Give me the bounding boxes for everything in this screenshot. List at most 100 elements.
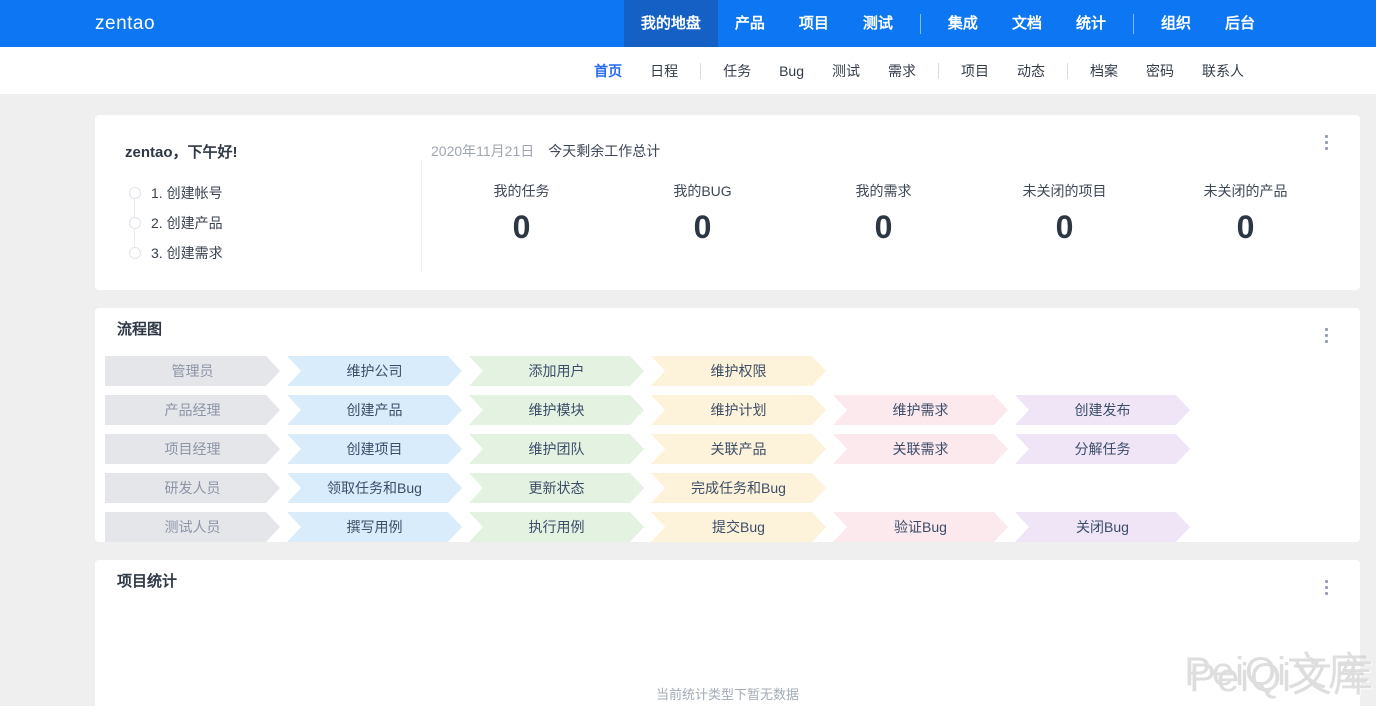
sub-nav-divider [700, 63, 701, 79]
stat-label: 我的BUG [612, 181, 793, 201]
flow-step[interactable]: 创建发布 [1015, 395, 1190, 425]
stat-value[interactable]: 0 [431, 209, 612, 246]
stat-label: 未关闭的项目 [974, 181, 1155, 201]
flowchart-title: 流程图 [117, 320, 1360, 340]
flowchart-body: 管理员维护公司添加用户维护权限产品经理创建产品维护模块维护计划维护需求创建发布项… [95, 356, 1360, 542]
summary-stats: 我的任务0我的BUG0我的需求0未关闭的项目0未关闭的产品0 [421, 181, 1360, 246]
sub-nav-item-test[interactable]: 测试 [818, 61, 874, 81]
sub-nav-item-contacts[interactable]: 联系人 [1188, 61, 1258, 81]
sub-nav-item-story[interactable]: 需求 [874, 61, 930, 81]
flow-role: 项目经理 [105, 434, 280, 464]
top-nav-item-organization[interactable]: 组织 [1144, 0, 1208, 47]
project-stats-menu-button[interactable] [1321, 576, 1332, 599]
stat-block: 我的需求 0 [793, 181, 974, 246]
top-nav-item-product[interactable]: 产品 [718, 0, 782, 47]
stat-value[interactable]: 0 [1155, 209, 1336, 246]
top-header: zentao 我的地盘产品项目测试集成文档统计组织后台 [0, 0, 1376, 47]
flowchart-card: 流程图 管理员维护公司添加用户维护权限产品经理创建产品维护模块维护计划维护需求创… [95, 308, 1360, 542]
top-nav-item-doc[interactable]: 文档 [995, 0, 1059, 47]
sub-nav: 首页日程任务Bug测试需求项目动态档案密码联系人 [580, 61, 1258, 81]
flow-role: 测试人员 [105, 512, 280, 542]
flow-step[interactable]: 关联产品 [651, 434, 826, 464]
sub-nav-item-home[interactable]: 首页 [580, 61, 636, 81]
flow-step[interactable]: 维护公司 [287, 356, 462, 386]
flow-step[interactable]: 分解任务 [1015, 434, 1190, 464]
kebab-dot-icon [1325, 592, 1328, 595]
date-row: 2020年11月21日 今天剩余工作总计 [421, 141, 1360, 161]
flow-step[interactable]: 维护权限 [651, 356, 826, 386]
sub-nav-item-dynamic[interactable]: 动态 [1003, 61, 1059, 81]
sub-nav-item-bug[interactable]: Bug [765, 63, 818, 79]
welcome-left-panel: zentao，下午好! 1. 创建帐号2. 创建产品3. 创建需求 [95, 115, 421, 290]
onboarding-step[interactable]: 3. 创建需求 [129, 238, 421, 268]
sub-nav-item-schedule[interactable]: 日程 [636, 61, 692, 81]
greeting-text: zentao，下午好! [125, 141, 421, 162]
flow-step[interactable]: 创建产品 [287, 395, 462, 425]
flow-step[interactable]: 完成任务和Bug [651, 473, 826, 503]
kebab-dot-icon [1325, 340, 1328, 343]
kebab-dot-icon [1325, 334, 1328, 337]
sub-nav-item-file[interactable]: 档案 [1076, 61, 1132, 81]
flow-role: 产品经理 [105, 395, 280, 425]
sub-nav-item-task[interactable]: 任务 [709, 61, 765, 81]
top-nav-item-test[interactable]: 测试 [846, 0, 910, 47]
flow-step[interactable]: 撰写用例 [287, 512, 462, 542]
flow-step[interactable]: 验证Bug [833, 512, 1008, 542]
stat-block: 未关闭的项目 0 [974, 181, 1155, 246]
sub-nav-bar: 首页日程任务Bug测试需求项目动态档案密码联系人 [0, 47, 1376, 94]
top-nav-divider [920, 14, 921, 34]
empty-data-message: 当前统计类型下暂无数据 [95, 684, 1360, 703]
flow-row: 测试人员撰写用例执行用例提交Bug验证Bug关闭Bug [105, 512, 1360, 542]
sub-nav-divider [1067, 63, 1068, 79]
top-nav-item-stats[interactable]: 统计 [1059, 0, 1123, 47]
top-nav: 我的地盘产品项目测试集成文档统计组织后台 [624, 0, 1272, 47]
top-nav-item-integration[interactable]: 集成 [931, 0, 995, 47]
project-stats-title: 项目统计 [117, 572, 1360, 592]
flow-step[interactable]: 更新状态 [469, 473, 644, 503]
sub-nav-item-project[interactable]: 项目 [947, 61, 1003, 81]
sub-nav-item-password[interactable]: 密码 [1132, 61, 1188, 81]
kebab-dot-icon [1325, 328, 1328, 331]
onboarding-step[interactable]: 1. 创建帐号 [129, 178, 421, 208]
flow-step[interactable]: 领取任务和Bug [287, 473, 462, 503]
main-content: zentao，下午好! 1. 创建帐号2. 创建产品3. 创建需求 2020年1… [0, 94, 1376, 706]
stat-label: 我的需求 [793, 181, 974, 201]
top-nav-item-my-dashboard[interactable]: 我的地盘 [624, 0, 718, 47]
current-date: 2020年11月21日 [431, 141, 534, 161]
welcome-right-panel: 2020年11月21日 今天剩余工作总计 我的任务0我的BUG0我的需求0未关闭… [421, 115, 1360, 290]
stat-value[interactable]: 0 [612, 209, 793, 246]
stat-block: 未关闭的产品 0 [1155, 181, 1336, 246]
flow-step[interactable]: 执行用例 [469, 512, 644, 542]
flow-step[interactable]: 关闭Bug [1015, 512, 1190, 542]
flow-role: 管理员 [105, 356, 280, 386]
stat-block: 我的BUG 0 [612, 181, 793, 246]
flow-step[interactable]: 维护计划 [651, 395, 826, 425]
stat-value[interactable]: 0 [793, 209, 974, 246]
welcome-card: zentao，下午好! 1. 创建帐号2. 创建产品3. 创建需求 2020年1… [95, 115, 1360, 290]
stat-label: 未关闭的产品 [1155, 181, 1336, 201]
stat-block: 我的任务 0 [431, 181, 612, 246]
flow-role: 研发人员 [105, 473, 280, 503]
flow-step[interactable]: 维护模块 [469, 395, 644, 425]
flow-row: 管理员维护公司添加用户维护权限 [105, 356, 1360, 386]
flow-step[interactable]: 添加用户 [469, 356, 644, 386]
flowchart-card-menu-button[interactable] [1321, 324, 1332, 347]
app-logo[interactable]: zentao [95, 0, 155, 47]
flow-step[interactable]: 提交Bug [651, 512, 826, 542]
top-nav-item-project[interactable]: 项目 [782, 0, 846, 47]
flow-step[interactable]: 维护需求 [833, 395, 1008, 425]
onboarding-step[interactable]: 2. 创建产品 [129, 208, 421, 238]
flow-step[interactable]: 创建项目 [287, 434, 462, 464]
sub-nav-divider [938, 63, 939, 79]
flow-row: 产品经理创建产品维护模块维护计划维护需求创建发布 [105, 395, 1360, 425]
flow-step[interactable]: 关联需求 [833, 434, 1008, 464]
kebab-dot-icon [1325, 586, 1328, 589]
flow-step[interactable]: 维护团队 [469, 434, 644, 464]
top-nav-divider [1133, 14, 1134, 34]
flow-row: 研发人员领取任务和Bug更新状态完成任务和Bug [105, 473, 1360, 503]
flow-row: 项目经理创建项目维护团队关联产品关联需求分解任务 [105, 434, 1360, 464]
stat-value[interactable]: 0 [974, 209, 1155, 246]
project-stats-card: 项目统计 当前统计类型下暂无数据 [95, 560, 1360, 706]
top-nav-item-admin[interactable]: 后台 [1208, 0, 1272, 47]
stat-label: 我的任务 [431, 181, 612, 201]
